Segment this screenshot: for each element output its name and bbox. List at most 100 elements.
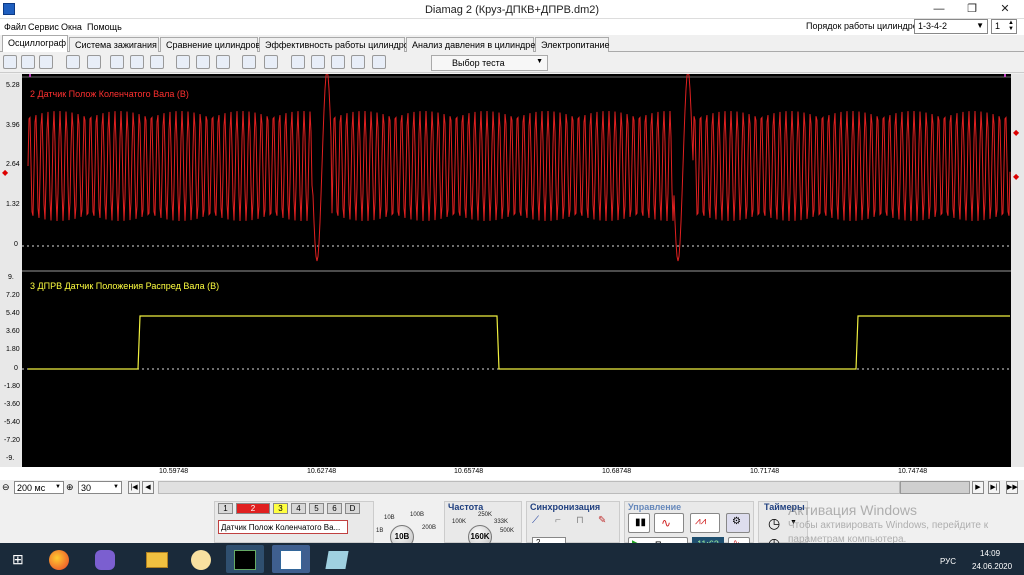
taskbar-diamag-2[interactable] xyxy=(272,545,310,573)
taskbar-viber[interactable] xyxy=(86,545,124,573)
auto-scale-icon[interactable] xyxy=(264,55,278,69)
auto-settings-button[interactable]: ⚙ xyxy=(726,513,750,533)
taskbar-firefox[interactable] xyxy=(40,545,78,573)
cylinder-spinner[interactable]: 1 ▲ ▼ xyxy=(991,19,1017,34)
start-menu-button[interactable]: ⊞ xyxy=(4,545,34,573)
taskbar-explorer[interactable] xyxy=(138,545,176,573)
zoom-select[interactable]: 30 ▼ xyxy=(78,481,122,494)
timebase-select[interactable]: 200 мс ▼ xyxy=(14,481,64,494)
timebase-minus-icon[interactable]: ⊖ xyxy=(2,482,10,493)
report-icon[interactable] xyxy=(372,55,386,69)
sync-title: Синхронизация xyxy=(530,502,601,512)
open-icon[interactable] xyxy=(21,55,35,69)
maximize-button[interactable]: ❐ xyxy=(957,0,987,19)
scroll-next-button[interactable]: ▶ xyxy=(972,481,984,494)
volt-scale-0: 10В xyxy=(384,515,395,521)
clock-date[interactable]: 24.06.2020 xyxy=(972,562,1012,571)
chevron-down-icon: ▼ xyxy=(55,484,61,490)
volt-scale-1: 100В xyxy=(410,512,425,518)
channel-button-6[interactable]: 6 xyxy=(327,503,342,514)
xtick-4: 10.71748 xyxy=(750,468,780,475)
save-icon[interactable] xyxy=(39,55,53,69)
ch2-ytick-2: 2.64 xyxy=(6,161,20,168)
sync-pulse-icon[interactable]: ⊓ xyxy=(576,515,584,526)
channel-button-2[interactable]: 2 xyxy=(236,503,270,514)
menu-windows[interactable]: Окна xyxy=(61,22,82,32)
ch3-ytick-5: 0 xyxy=(14,365,18,372)
scroll-last-button[interactable]: ▶| xyxy=(988,481,1000,494)
channel-icon[interactable] xyxy=(66,55,80,69)
ch2-label: 2 Датчик Полож Коленчатого Вала (В) xyxy=(30,89,189,99)
clock-time[interactable]: 14:09 xyxy=(980,549,1000,558)
filter-icon[interactable] xyxy=(291,55,305,69)
freq-scale-0: 250K xyxy=(478,512,493,518)
taskbar-paint[interactable] xyxy=(182,545,220,573)
pulse-mode-button[interactable]: ⩘⩘ xyxy=(690,513,720,533)
trigger-icon[interactable] xyxy=(87,55,101,69)
tab-cylinder-efficiency[interactable]: Эффективность работы цилиндров xyxy=(259,37,414,52)
minimize-button[interactable]: — xyxy=(924,0,954,19)
scroll-prev-button[interactable]: ◀ xyxy=(142,481,154,494)
volt-scale-2: 1В xyxy=(376,528,384,534)
sync-rise-icon[interactable]: ⟋ xyxy=(532,515,539,526)
xtick-5: 10.74748 xyxy=(898,468,928,475)
timebase-value: 200 мс xyxy=(17,483,46,493)
auto-icon[interactable] xyxy=(150,55,164,69)
scroll-first-button[interactable]: |◀ xyxy=(128,481,140,494)
channel-button-4[interactable]: 4 xyxy=(291,503,306,514)
wave-icon[interactable] xyxy=(196,55,210,69)
title-bar: Diamag 2 (Круз-ДПКВ+ДПРВ.dm2) — ❐ ✕ xyxy=(0,0,1024,19)
pause-button[interactable]: ▮▮ xyxy=(628,513,650,533)
cylinder-order-label: Порядок работы цилиндров xyxy=(806,21,923,31)
gear-icon: ⚙ xyxy=(732,516,741,527)
new-icon[interactable] xyxy=(3,55,17,69)
timer-clock-icon[interactable]: ◷ xyxy=(768,515,780,532)
taskbar-diamag-1[interactable] xyxy=(226,545,264,573)
tab-oscilloscope[interactable]: Осциллограф xyxy=(2,35,68,52)
menu-help[interactable]: Помощь xyxy=(87,22,122,32)
compare-icon[interactable] xyxy=(216,55,230,69)
sync-auto-icon[interactable]: ✎ xyxy=(598,515,606,526)
xtick-2: 10.65748 xyxy=(454,468,484,475)
scroll-end-button[interactable]: ▶▶ xyxy=(1006,481,1018,494)
volt-scale-3: 200В xyxy=(422,525,437,531)
window-title: Diamag 2 (Круз-ДПКВ+ДПРВ.dm2) xyxy=(424,4,600,16)
scroll-track[interactable] xyxy=(158,481,900,494)
xtick-0: 10.59748 xyxy=(159,468,189,475)
close-button[interactable]: ✕ xyxy=(990,0,1020,19)
tab-cylinder-compare[interactable]: Сравнение цилиндров xyxy=(160,37,260,52)
ch3-ytick-10: -9. xyxy=(6,455,15,462)
ch2-waveform xyxy=(27,74,1011,262)
cylinder-order-select[interactable]: 1-3-4-2 ▼ xyxy=(914,19,988,34)
cursor-icon[interactable] xyxy=(176,55,190,69)
test-select[interactable]: Выбор теста ▼ xyxy=(431,55,548,71)
channel-name-field[interactable]: Датчик Полож Коленчатого Ва... xyxy=(218,520,348,534)
tab-power-supply[interactable]: Электропитание xyxy=(535,37,610,52)
table-icon[interactable] xyxy=(311,55,325,69)
scroll-thumb[interactable] xyxy=(900,481,970,494)
language-indicator[interactable]: РУС xyxy=(940,557,956,566)
channel-button-1[interactable]: 1 xyxy=(218,503,233,514)
menu-file[interactable]: Файл xyxy=(4,22,26,32)
menu-service[interactable]: Сервис xyxy=(28,22,59,32)
hand-icon[interactable] xyxy=(110,55,124,69)
diamag-icon xyxy=(280,550,302,570)
taskbar-app[interactable] xyxy=(318,545,356,573)
sine-mode-button[interactable]: ∿ xyxy=(654,513,684,533)
windows-logo-icon: ⊞ xyxy=(12,551,24,567)
spin-arrows-icon: ▲ ▼ xyxy=(1008,20,1014,32)
zoom-icon[interactable] xyxy=(130,55,144,69)
marker2-icon[interactable] xyxy=(351,55,365,69)
tab-ignition[interactable]: Система зажигания xyxy=(69,37,159,52)
waveform-canvas xyxy=(22,74,1011,370)
xtick-3: 10.68748 xyxy=(602,468,632,475)
ch3-ytick-0: 9. xyxy=(8,274,14,281)
channel-button-5[interactable]: 5 xyxy=(309,503,324,514)
center-icon[interactable] xyxy=(331,55,345,69)
channel-button-d[interactable]: D xyxy=(345,503,360,514)
sync-edge-icon[interactable]: ⌐ xyxy=(555,515,561,526)
channel-button-3[interactable]: 3 xyxy=(273,503,288,514)
zoom-plus-icon[interactable]: ⊕ xyxy=(66,482,74,493)
tab-pressure-analysis[interactable]: Анализ давления в цилиндре xyxy=(406,37,535,52)
markers-icon[interactable] xyxy=(242,55,256,69)
